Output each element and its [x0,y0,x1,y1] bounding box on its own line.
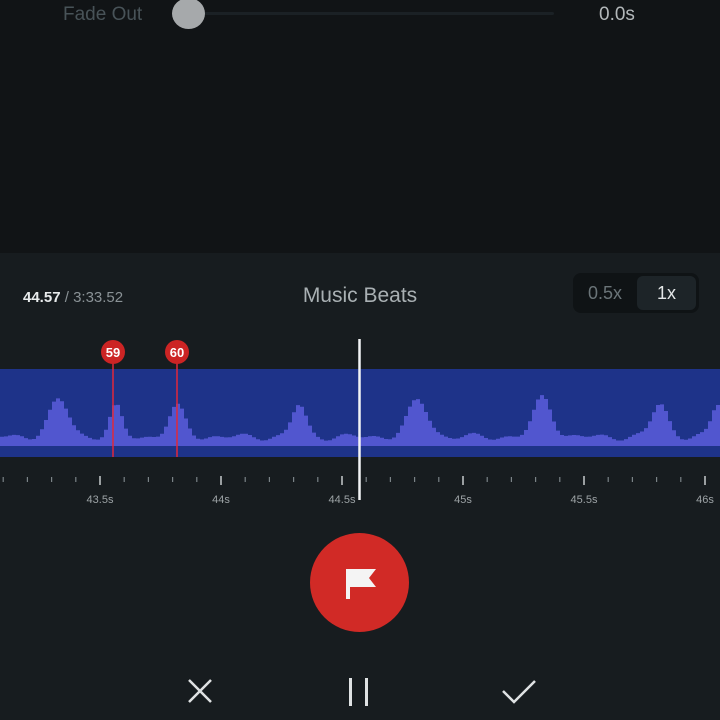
timeline-tick-label: 46s [696,494,714,506]
close-icon[interactable] [186,677,214,705]
speed-toggle: 0.5x 1x [573,273,699,313]
speed-option-0-5x[interactable]: 0.5x [576,276,634,310]
beat-marker-label: 59 [106,345,120,360]
pause-icon[interactable] [346,676,372,708]
timeline-tick-label: 45.5s [571,494,598,506]
fade-out-slider-thumb[interactable] [172,0,205,29]
timeline-tick-label: 44.5s [329,494,356,506]
timeline-tick-label: 43.5s [87,494,114,506]
add-beat-button[interactable] [310,533,409,632]
beat-marker-label: 60 [170,345,184,360]
fade-out-slider-track[interactable] [188,12,554,15]
speed-option-1x[interactable]: 1x [637,276,696,310]
fade-out-label: Fade Out [63,4,143,25]
waveform-timeline[interactable]: 59 60 43.5s 44s 44.5s 45s 45.5s 46s [0,339,720,509]
check-icon[interactable] [501,679,537,705]
timeline-tick-label: 44s [212,494,230,506]
timeline-tick-label: 45s [454,494,472,506]
fade-out-value: 0.0s [599,4,635,25]
flag-icon [346,569,376,599]
fade-out-section: Fade Out 0.0s [0,0,720,253]
